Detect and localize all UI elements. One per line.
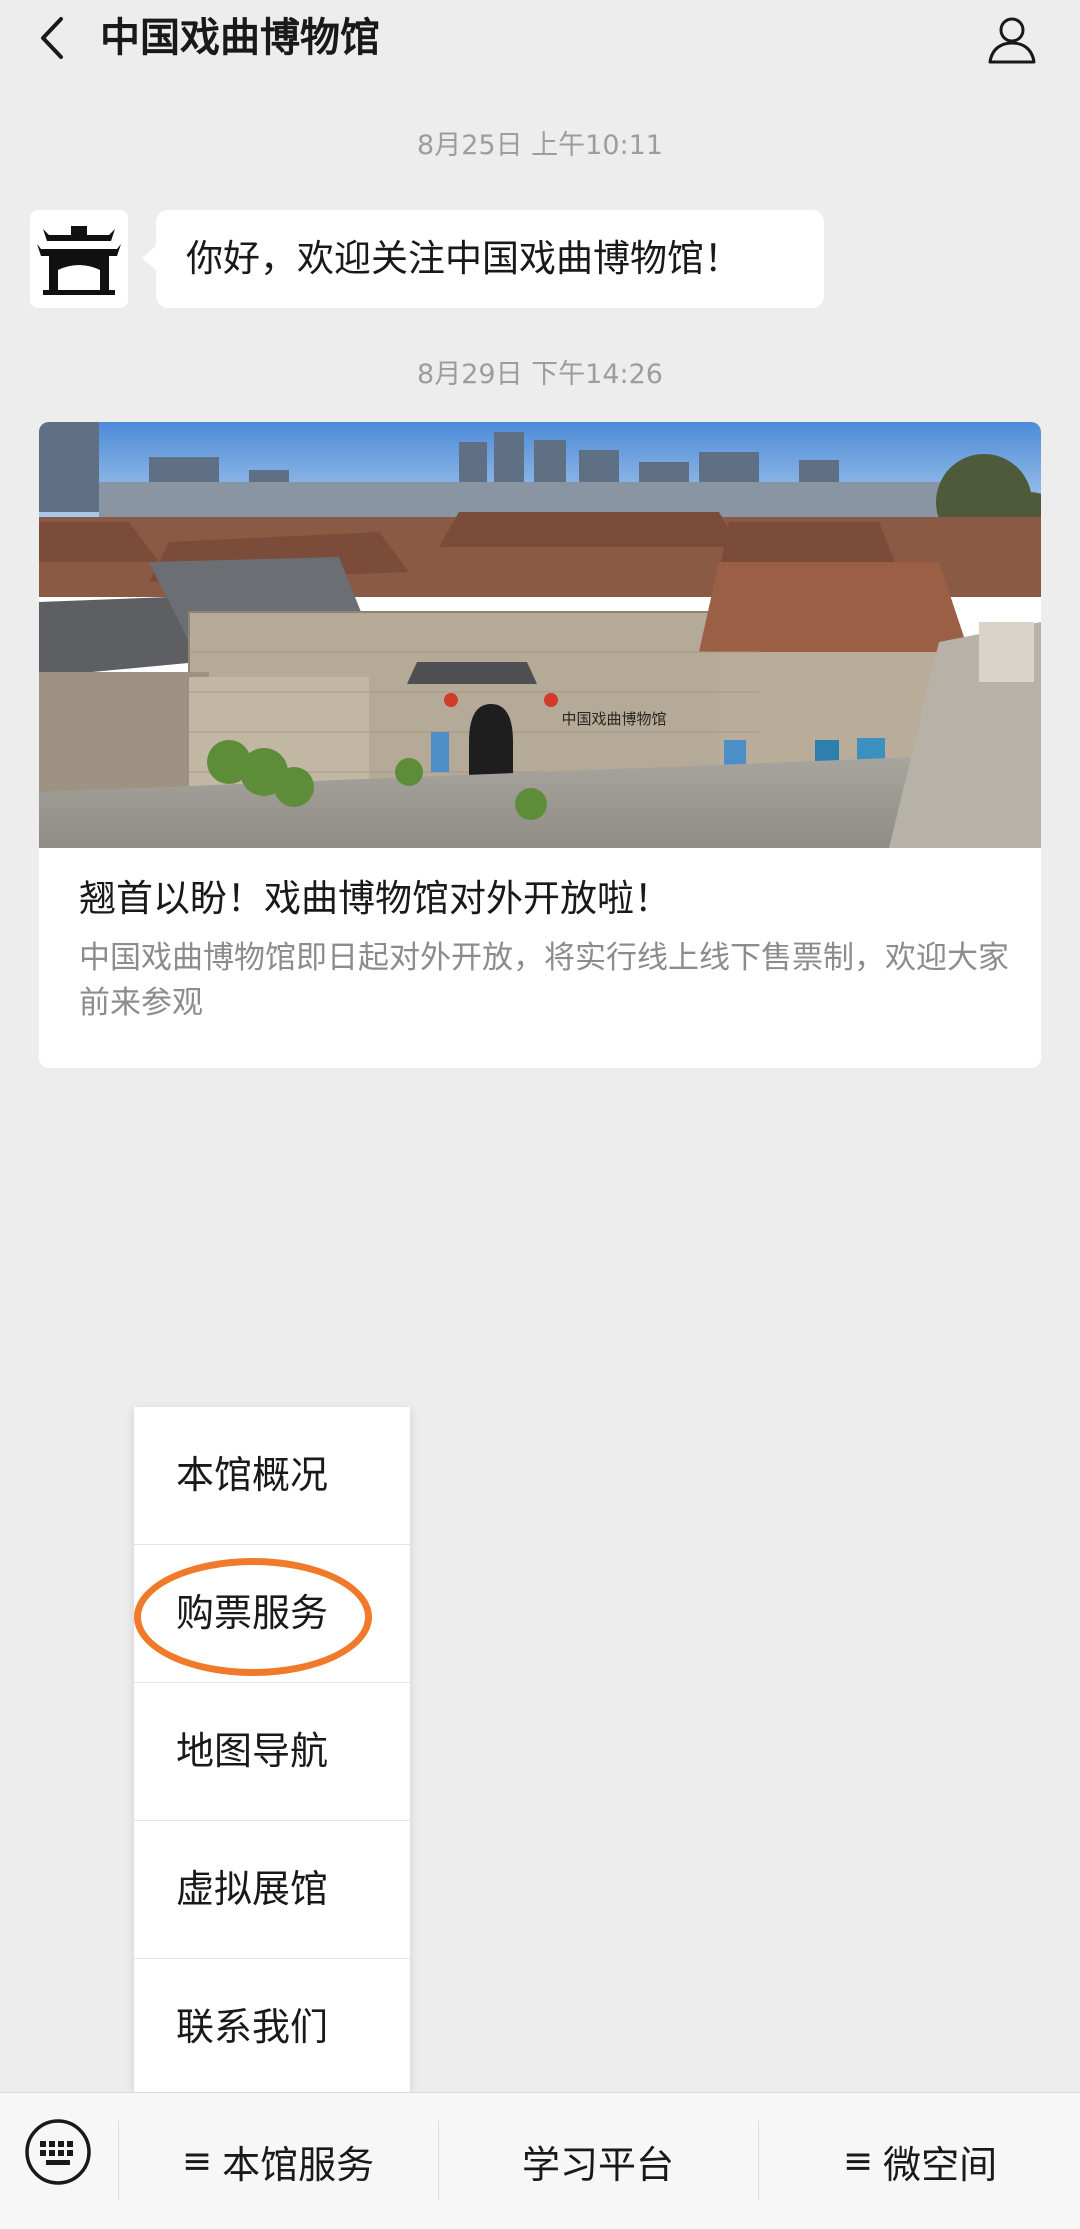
article-description: 中国戏曲博物馆即日起对外开放，将实行线上线下售票制，欢迎大家前来参观 <box>79 940 1009 1021</box>
welcome-message-bubble: 你好，欢迎关注中国戏曲博物馆！ <box>142 210 824 308</box>
keyboard-toggle-button[interactable] <box>24 2118 92 2186</box>
submenu-item-map-navigation[interactable]: 地图导航 <box>134 1683 410 1820</box>
article-cover-image: 中国戏曲博物馆 <box>39 422 1041 848</box>
welcome-message-text: 你好，欢迎关注中国戏曲博物馆！ <box>186 237 741 280</box>
bottom-menu-label: 本馆服务 <box>222 2143 375 2187</box>
article-title: 翘首以盼！戏曲博物馆对外开放啦！ <box>79 877 671 920</box>
submenu-item-overview[interactable]: 本馆概况 <box>134 1407 410 1544</box>
article-card[interactable]: 中国戏曲博物馆 翘首以盼！戏曲博物馆对外开放啦！ 中国戏曲博物馆即日起对外开放，… <box>39 422 1041 1068</box>
bottom-menu-label: 微空间 <box>883 2143 998 2187</box>
bottom-menu-bar: ≡ 本馆服务 学习平台 ≡ 微空间 <box>0 2092 1080 2229</box>
service-submenu: 本馆概况 购票服务 地图导航 虚拟展馆 联系我们 <box>134 1407 410 2092</box>
page-title: 中国戏曲博物馆 <box>100 15 380 61</box>
person-icon <box>988 17 1036 64</box>
submenu-item-virtual-hall[interactable]: 虚拟展馆 <box>134 1821 410 1958</box>
museum-gate-logo-icon <box>37 226 121 295</box>
bottom-menu-label: 学习平台 <box>521 2143 674 2187</box>
menu-lines-icon: ≡ <box>842 2141 874 2182</box>
profile-button[interactable] <box>980 8 1044 72</box>
submenu-item-ticketing[interactable]: 购票服务 <box>134 1545 410 1682</box>
message-timestamp: 8月25日 上午10:11 <box>417 130 663 161</box>
bottom-menu-micro-space[interactable]: ≡ 微空间 <box>760 2093 1080 2229</box>
chat-header: 中国戏曲博物馆 <box>0 0 1080 76</box>
museum-wall-sign: 中国戏曲博物馆 <box>561 710 666 728</box>
chevron-left-icon <box>41 17 63 59</box>
message-timestamp: 8月29日 下午14:26 <box>417 359 663 390</box>
bottom-menu-learning-platform[interactable]: 学习平台 <box>438 2093 758 2229</box>
menu-lines-icon: ≡ <box>181 2141 213 2182</box>
keyboard-icon <box>25 2119 91 2185</box>
account-avatar[interactable] <box>30 210 128 308</box>
bottom-menu-museum-services[interactable]: ≡ 本馆服务 <box>118 2093 438 2229</box>
back-button[interactable] <box>22 8 82 68</box>
submenu-item-contact-us[interactable]: 联系我们 <box>134 1959 410 2096</box>
menu-separator <box>758 2121 759 2201</box>
